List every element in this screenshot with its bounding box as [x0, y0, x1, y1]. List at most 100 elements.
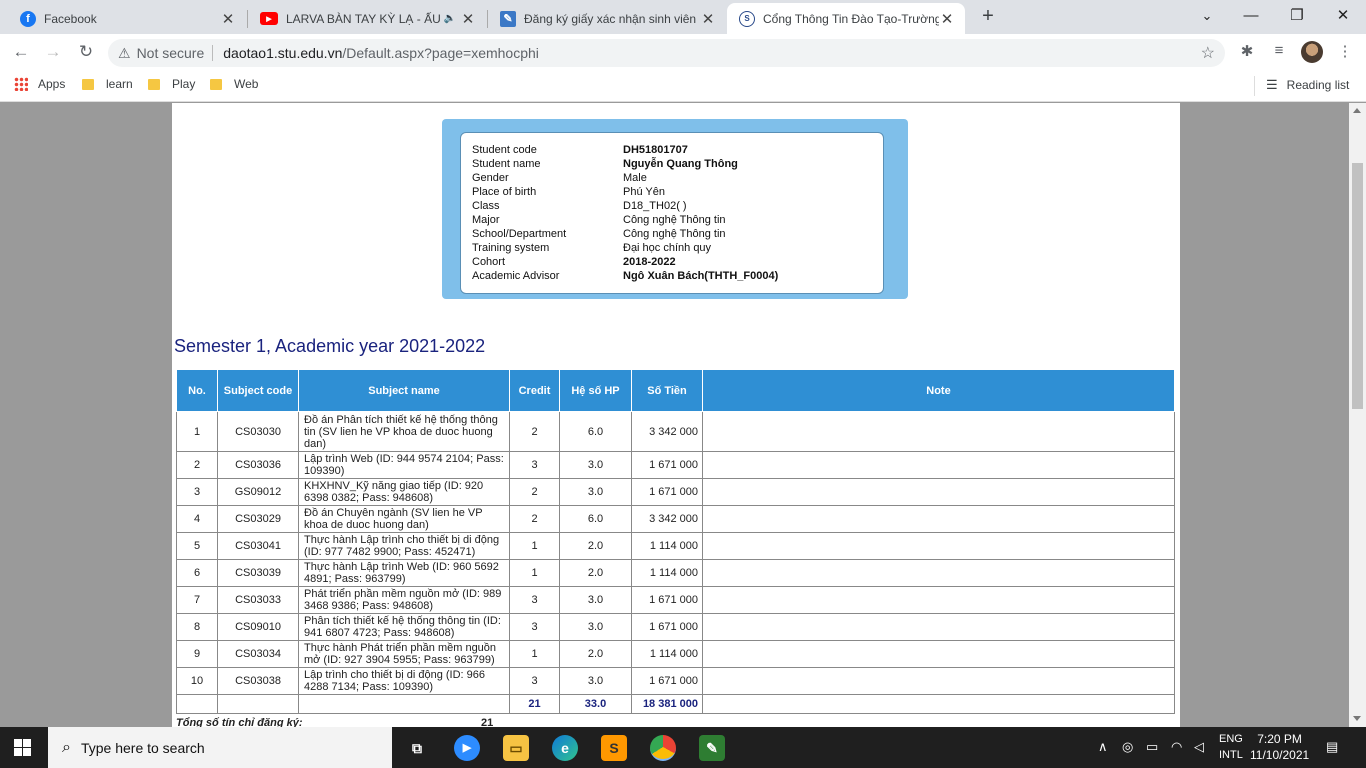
- table-row: 1 CS03030 Đồ án Phân tích thiết kế hệ thốn…: [176, 411, 1175, 452]
- student-info-row: Cohort 2018-2022: [472, 255, 883, 269]
- cell-note: [702, 586, 1175, 614]
- chrome-icon[interactable]: [650, 735, 676, 761]
- cell-code: CS09010: [217, 613, 299, 641]
- edge-icon[interactable]: e: [552, 735, 578, 761]
- cell-note: [702, 559, 1175, 587]
- cell-note: [702, 640, 1175, 668]
- header-subject-name[interactable]: Subject name: [298, 369, 510, 412]
- table-row: 9 CS03034 Thực hành Phát triển phần mềm ng…: [176, 640, 1175, 668]
- forward-button[interactable]: →: [41, 40, 65, 64]
- scrollbar[interactable]: [1349, 103, 1366, 727]
- header-note[interactable]: Note: [702, 369, 1175, 412]
- tab-stu-portal[interactable]: S Cổng Thông Tin Đào Tạo-Trường ✕: [727, 3, 965, 34]
- notification-icon[interactable]: ▤: [1326, 739, 1338, 755]
- bookmark-label: Play: [172, 77, 196, 91]
- tab-title: Cổng Thông Tin Đào Tạo-Trường: [763, 11, 939, 26]
- taskbar-search[interactable]: ⌕ Type here to search: [48, 727, 392, 768]
- cell-coef: 2.0: [559, 559, 632, 587]
- sublime-icon[interactable]: S: [601, 735, 627, 761]
- volume-icon[interactable]: ◁: [1194, 739, 1204, 755]
- header-coefficient[interactable]: Hệ số HP: [559, 369, 632, 412]
- input-language[interactable]: ENG INTL: [1219, 731, 1243, 763]
- table-body: 1 CS03030 Đồ án Phân tích thiết kế hệ thốn…: [176, 411, 1175, 714]
- scroll-thumb[interactable]: [1352, 163, 1363, 409]
- back-button[interactable]: ←: [9, 40, 33, 64]
- tab-youtube[interactable]: ▶ LARVA BÀN TAY KỲ LẠ - ẤU TRÙNG 🔈 ✕: [248, 3, 486, 34]
- student-info-row: Place of birth Phú Yên: [472, 185, 883, 199]
- table-row: 2 CS03036 Lập trình Web (ID: 944 9574 2104…: [176, 451, 1175, 479]
- notepad-icon[interactable]: ✎: [699, 735, 725, 761]
- tab-title: Facebook: [44, 11, 97, 26]
- table-row: 10 CS03038 Lập trình cho thiết bị di động …: [176, 667, 1175, 695]
- total-coef: 33.0: [559, 694, 632, 714]
- close-icon[interactable]: ✕: [220, 10, 236, 28]
- zoom-icon[interactable]: ▶: [454, 735, 480, 761]
- search-placeholder: Type here to search: [80, 739, 205, 756]
- table-row: 3 GS09012 KHXHNV_Kỹ năng giao tiếp (ID: 92…: [176, 478, 1175, 506]
- cell-name: Đồ án Chuyên ngành (SV lien he VP khoa d…: [298, 505, 510, 533]
- cell-name: Thực hành Lập trình cho thiết bị di động…: [298, 532, 510, 560]
- cell-name: KHXHNV_Kỹ năng giao tiếp (ID: 920 6398 0…: [298, 478, 510, 506]
- extensions-icon[interactable]: ✱: [1237, 42, 1257, 62]
- info-label: Training system: [472, 242, 550, 254]
- cell-name: Thực hành Phát triển phần mềm nguồn mở (…: [298, 640, 510, 668]
- cell-code: CS03034: [217, 640, 299, 668]
- maximize-button[interactable]: ❐: [1282, 4, 1312, 28]
- tab-search-button[interactable]: ⌄: [1192, 4, 1222, 28]
- close-icon[interactable]: ✕: [700, 10, 716, 28]
- cell-credit: 1: [509, 640, 560, 668]
- task-view-icon[interactable]: ⧉: [404, 735, 430, 761]
- cell-name: Đồ án Phân tích thiết kế hệ thống thông …: [298, 411, 510, 452]
- bookmark-learn[interactable]: learn: [82, 77, 133, 91]
- minimize-button[interactable]: —: [1236, 4, 1266, 28]
- wifi-icon[interactable]: ◠: [1171, 739, 1182, 755]
- reload-button[interactable]: ↻: [74, 40, 98, 64]
- bookmark-play[interactable]: Play: [148, 77, 195, 91]
- reading-list-button[interactable]: ☰ Reading list: [1266, 77, 1349, 93]
- clock[interactable]: 7:20 PM 11/10/2021: [1250, 731, 1309, 763]
- warning-icon[interactable]: ⚠: [118, 45, 131, 62]
- address-bar[interactable]: ⚠ Not secure daotao1.stu.edu.vn/Default.…: [108, 39, 1225, 67]
- file-explorer-icon[interactable]: ▭: [503, 735, 529, 761]
- speaker-icon[interactable]: 🔈: [444, 13, 456, 24]
- windows-start-icon[interactable]: [14, 739, 32, 757]
- url-host: daotao1.stu.edu.vn: [223, 45, 343, 61]
- cell-no: 3: [176, 478, 218, 506]
- cell-coef: 6.0: [559, 411, 632, 452]
- header-subject-code[interactable]: Subject code: [217, 369, 299, 412]
- tab-registration[interactable]: ✎ Đăng ký giấy xác nhận sinh viên ✕: [488, 3, 726, 34]
- header-credit[interactable]: Credit: [509, 369, 560, 412]
- cell-fee: 1 671 000: [631, 667, 703, 695]
- media-icon[interactable]: ≡: [1269, 42, 1289, 62]
- close-window-button[interactable]: ✕: [1328, 4, 1358, 28]
- chevron-up-icon[interactable]: ∧: [1098, 739, 1108, 755]
- avatar[interactable]: [1301, 41, 1323, 63]
- scroll-up-icon[interactable]: [1353, 108, 1361, 113]
- new-tab-button[interactable]: +: [978, 5, 998, 29]
- cell-fee: 1 671 000: [631, 613, 703, 641]
- total-empty: [702, 694, 1175, 714]
- cell-code: CS03029: [217, 505, 299, 533]
- bookmark-apps[interactable]: Apps: [14, 77, 65, 91]
- scroll-down-icon[interactable]: [1353, 716, 1361, 721]
- total-empty: [176, 694, 218, 714]
- total-fee: 18 381 000: [631, 694, 703, 714]
- bookmarks-bar: Apps learn Play Web ☰ Reading list: [0, 71, 1366, 102]
- header-fee[interactable]: Số Tiền: [631, 369, 703, 412]
- cell-credit: 1: [509, 559, 560, 587]
- meet-icon[interactable]: ◎: [1122, 739, 1133, 755]
- battery-icon[interactable]: ▭: [1146, 739, 1158, 755]
- student-info-panel: Student code DH51801707 Student name Nguyễn…: [442, 119, 908, 299]
- close-icon[interactable]: ✕: [460, 10, 476, 28]
- header-no[interactable]: No.: [176, 369, 218, 412]
- close-icon[interactable]: ✕: [939, 10, 955, 28]
- info-label: Class: [472, 200, 500, 212]
- cell-credit: 2: [509, 411, 560, 452]
- tab-facebook[interactable]: f Facebook ✕: [8, 3, 246, 34]
- security-label[interactable]: Not secure: [137, 45, 205, 61]
- cell-name: Thực hành Lập trình Web (ID: 960 5692 48…: [298, 559, 510, 587]
- star-icon[interactable]: ☆: [1201, 43, 1215, 63]
- bookmark-web[interactable]: Web: [210, 77, 258, 91]
- cell-code: GS09012: [217, 478, 299, 506]
- menu-icon[interactable]: ⋮: [1335, 42, 1355, 62]
